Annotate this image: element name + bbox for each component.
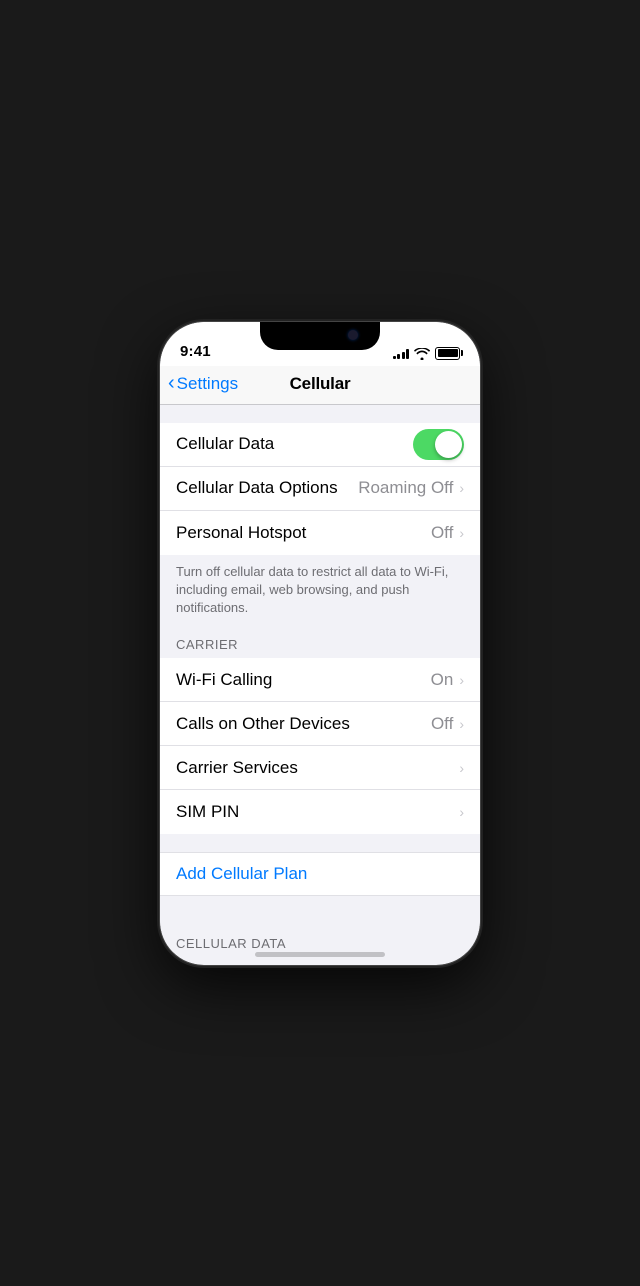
wifi-calling-value: On — [431, 670, 454, 690]
carrier-services-label: Carrier Services — [176, 758, 459, 778]
chevron-right-icon: › — [459, 480, 464, 496]
wifi-icon — [414, 347, 430, 359]
carrier-section-header: CARRIER — [160, 631, 480, 658]
status-icons — [393, 347, 461, 360]
wifi-calling-row[interactable]: Wi-Fi Calling On › — [160, 658, 480, 702]
cellular-data-options-label: Cellular Data Options — [176, 478, 358, 498]
add-cellular-plan-row[interactable]: Add Cellular Plan — [160, 852, 480, 896]
cellular-data-toggle[interactable] — [413, 429, 464, 460]
notch — [260, 322, 380, 350]
back-chevron-icon: ‹ — [168, 373, 175, 393]
personal-hotspot-row[interactable]: Personal Hotspot Off › — [160, 511, 480, 555]
camera-dot — [348, 330, 358, 340]
screen: 9:41 — [160, 322, 480, 965]
status-time: 9:41 — [180, 343, 211, 360]
back-button[interactable]: ‹ Settings — [168, 374, 238, 394]
signal-icon — [393, 347, 410, 359]
chevron-right-icon-4: › — [459, 716, 464, 732]
calls-other-devices-label: Calls on Other Devices — [176, 714, 431, 734]
cellular-data-label: Cellular Data — [176, 434, 413, 454]
chevron-right-icon-3: › — [459, 672, 464, 688]
sim-pin-row[interactable]: SIM PIN › — [160, 790, 480, 834]
cellular-data-row[interactable]: Cellular Data — [160, 423, 480, 467]
chevron-right-icon-5: › — [459, 760, 464, 776]
cellular-data-group: Cellular Data Cellular Data Options Roam… — [160, 423, 480, 555]
status-bar: 9:41 — [160, 322, 480, 366]
cellular-data-section-header: CELLULAR DATA — [160, 930, 480, 951]
gap-2 — [160, 896, 480, 930]
sim-pin-label: SIM PIN — [176, 802, 459, 822]
back-label[interactable]: Settings — [177, 374, 238, 394]
top-gap — [160, 405, 480, 423]
nav-title: Cellular — [290, 374, 351, 394]
personal-hotspot-label: Personal Hotspot — [176, 523, 431, 543]
home-indicator — [255, 952, 385, 957]
wifi-calling-label: Wi-Fi Calling — [176, 670, 431, 690]
add-cellular-plan-link[interactable]: Add Cellular Plan — [176, 864, 307, 884]
chevron-right-icon-6: › — [459, 804, 464, 820]
calls-other-devices-row[interactable]: Calls on Other Devices Off › — [160, 702, 480, 746]
carrier-group: Wi-Fi Calling On › Calls on Other Device… — [160, 658, 480, 834]
cellular-info-text: Turn off cellular data to restrict all d… — [160, 555, 480, 632]
battery-icon — [435, 347, 460, 360]
carrier-services-row[interactable]: Carrier Services › — [160, 746, 480, 790]
calls-other-devices-value: Off — [431, 714, 453, 734]
personal-hotspot-value: Off — [431, 523, 453, 543]
content: Cellular Data Cellular Data Options Roam… — [160, 405, 480, 952]
chevron-right-icon-2: › — [459, 525, 464, 541]
nav-bar: ‹ Settings Cellular — [160, 366, 480, 405]
cellular-data-options-row[interactable]: Cellular Data Options Roaming Off › — [160, 467, 480, 511]
phone-frame: 9:41 — [160, 322, 480, 965]
cellular-data-options-value: Roaming Off — [358, 478, 453, 498]
gap-1 — [160, 834, 480, 852]
